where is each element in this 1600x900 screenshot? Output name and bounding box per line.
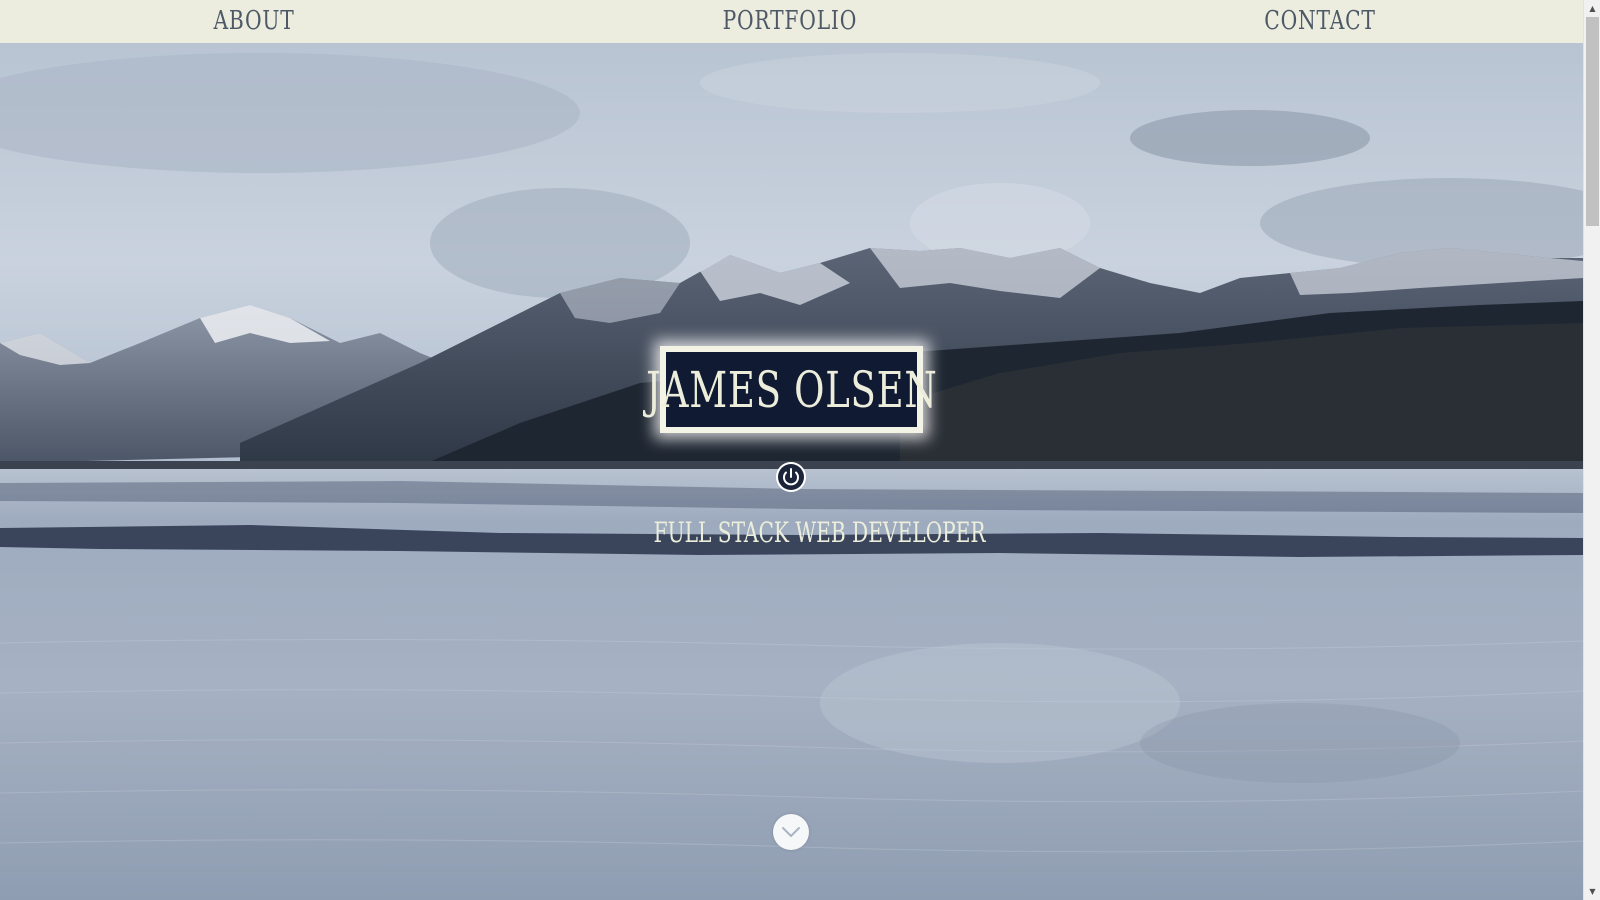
scroll-up-arrow-icon[interactable]: ▲ [1584, 0, 1600, 17]
vertical-scrollbar[interactable]: ▲ ▼ [1583, 0, 1600, 900]
hero-tagline: Full Stack Web Developer [653, 516, 986, 549]
scroll-down-arrow-icon[interactable]: ▼ [1584, 883, 1600, 900]
name-banner: James Olsen [646, 346, 936, 433]
scroll-down-button[interactable] [773, 814, 809, 850]
page: About Portfolio Contact [0, 0, 1600, 900]
site-owner-name: James Olsen [645, 360, 938, 419]
hero-section: James Olsen Full Stack Web Developer [0, 43, 1583, 900]
nav-link-portfolio[interactable]: Portfolio [723, 4, 857, 38]
chevron-down-icon [782, 827, 800, 837]
scrollbar-thumb[interactable] [1586, 17, 1599, 226]
power-icon [776, 462, 806, 492]
nav-link-contact[interactable]: Contact [1262, 4, 1379, 38]
nav-link-about[interactable]: About [211, 4, 297, 38]
top-navbar: About Portfolio Contact [0, 0, 1583, 43]
power-button[interactable] [775, 461, 807, 493]
